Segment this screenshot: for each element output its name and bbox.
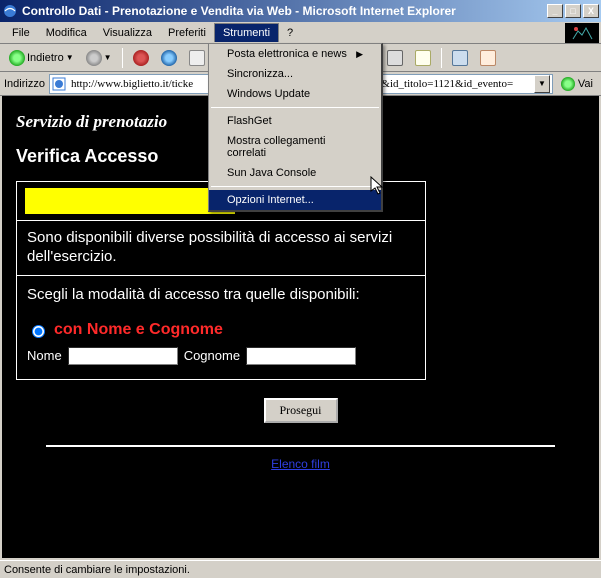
highlight-bar bbox=[25, 188, 235, 214]
extra-button-1[interactable] bbox=[447, 47, 473, 69]
generic-icon bbox=[452, 50, 468, 66]
close-button[interactable]: X bbox=[583, 4, 599, 18]
elenco-film-link[interactable]: Elenco film bbox=[271, 457, 330, 471]
address-label: Indirizzo bbox=[4, 78, 45, 90]
address-input-left[interactable] bbox=[69, 77, 219, 91]
choose-text: Scegli la modalità di accesso tra quelle… bbox=[27, 286, 415, 303]
address-dropdown-button[interactable]: ▼ bbox=[534, 75, 550, 93]
edit-icon bbox=[415, 50, 431, 66]
prosegui-button[interactable]: Prosegui bbox=[264, 398, 338, 423]
nome-label: Nome bbox=[27, 348, 62, 363]
ie-icon bbox=[2, 3, 18, 19]
menu-item-windows-update[interactable]: Windows Update bbox=[209, 84, 381, 104]
menu-item-sun-java[interactable]: Sun Java Console bbox=[209, 163, 381, 183]
divider bbox=[46, 445, 555, 447]
menu-separator bbox=[211, 186, 379, 187]
menu-visualizza[interactable]: Visualizza bbox=[95, 24, 160, 42]
availability-text: Sono disponibili diverse possibilità di … bbox=[17, 221, 425, 276]
page-icon bbox=[52, 77, 66, 91]
chevron-down-icon: ▼ bbox=[104, 53, 112, 62]
status-text: Consente di cambiare le impostazioni. bbox=[4, 564, 190, 576]
maximize-button[interactable]: □ bbox=[565, 4, 581, 18]
refresh-icon bbox=[161, 50, 177, 66]
strumenti-dropdown: Posta elettronica e news▶ Sincronizza...… bbox=[208, 43, 383, 212]
separator bbox=[122, 48, 123, 68]
window-title: Controllo Dati - Prenotazione e Vendita … bbox=[22, 4, 547, 18]
go-label: Vai bbox=[578, 78, 593, 90]
menu-strumenti[interactable]: Strumenti bbox=[214, 23, 279, 42]
radio-nome-cognome[interactable] bbox=[32, 325, 45, 338]
cognome-input[interactable] bbox=[246, 347, 356, 365]
go-button[interactable]: Vai bbox=[557, 77, 597, 91]
forward-button[interactable]: ▼ bbox=[81, 47, 117, 69]
menu-item-flashget[interactable]: FlashGet bbox=[209, 111, 381, 131]
home-icon bbox=[189, 50, 205, 66]
go-icon bbox=[561, 77, 575, 91]
minimize-button[interactable]: _ bbox=[547, 4, 563, 18]
menubar: File Modifica Visualizza Preferiti Strum… bbox=[0, 22, 601, 44]
chevron-down-icon: ▼ bbox=[66, 53, 74, 62]
ie-throbber-icon bbox=[565, 23, 599, 43]
stop-icon bbox=[133, 50, 149, 66]
print-icon bbox=[387, 50, 403, 66]
back-button[interactable]: Indietro ▼ bbox=[4, 47, 79, 69]
radio-label: con Nome e Cognome bbox=[54, 321, 223, 339]
cognome-label: Cognome bbox=[184, 348, 240, 363]
nome-input[interactable] bbox=[68, 347, 178, 365]
stop-button[interactable] bbox=[128, 47, 154, 69]
window-titlebar: Controllo Dati - Prenotazione e Vendita … bbox=[0, 0, 601, 22]
menu-item-sincronizza[interactable]: Sincronizza... bbox=[209, 64, 381, 84]
menu-separator bbox=[211, 107, 379, 108]
menu-file[interactable]: File bbox=[4, 24, 38, 42]
refresh-button[interactable] bbox=[156, 47, 182, 69]
back-label: Indietro bbox=[27, 52, 64, 64]
back-arrow-icon bbox=[9, 50, 25, 66]
menu-preferiti[interactable]: Preferiti bbox=[160, 24, 214, 42]
menu-item-opzioni-internet[interactable]: Opzioni Internet... bbox=[209, 190, 381, 210]
address-input-right[interactable] bbox=[374, 77, 534, 91]
menu-item-posta[interactable]: Posta elettronica e news▶ bbox=[209, 44, 381, 64]
separator bbox=[441, 48, 442, 68]
extra-button-2[interactable] bbox=[475, 47, 501, 69]
home-button[interactable] bbox=[184, 47, 210, 69]
menu-help[interactable]: ? bbox=[279, 24, 301, 42]
submenu-arrow-icon: ▶ bbox=[356, 49, 363, 60]
forward-arrow-icon bbox=[86, 50, 102, 66]
menu-modifica[interactable]: Modifica bbox=[38, 24, 95, 42]
print-button[interactable] bbox=[382, 47, 408, 69]
status-bar: Consente di cambiare le impostazioni. bbox=[0, 560, 601, 578]
generic-icon bbox=[480, 50, 496, 66]
menu-item-collegamenti[interactable]: Mostra collegamenti correlati bbox=[209, 131, 381, 163]
edit-button[interactable] bbox=[410, 47, 436, 69]
